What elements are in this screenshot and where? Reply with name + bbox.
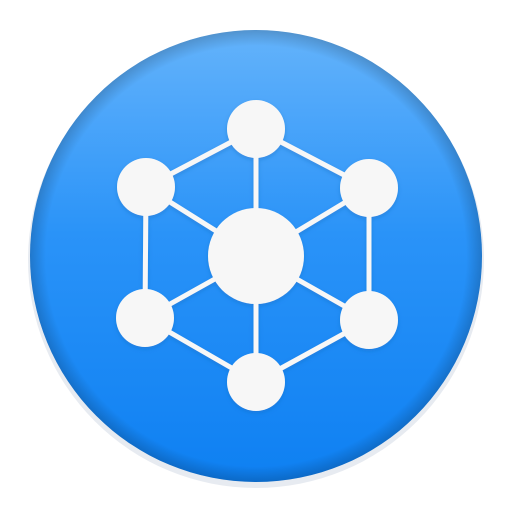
app-icon[interactable]: [0, 0, 512, 512]
network-graph-icon: [28, 30, 484, 488]
graph-node-upper-left: [117, 158, 175, 216]
graph-node-top: [227, 100, 285, 158]
graph-node-upper-right: [340, 159, 398, 217]
graph-node-center: [208, 208, 304, 304]
graph-node-lower-left: [116, 289, 174, 347]
graph-node-lower-right: [340, 291, 398, 349]
graph-node-bottom: [227, 353, 285, 411]
